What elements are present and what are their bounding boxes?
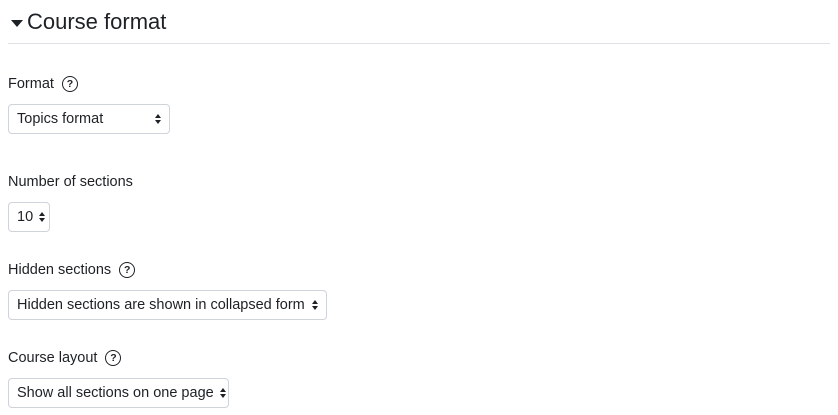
help-icon[interactable]: ? — [105, 350, 122, 366]
format-label: Format — [8, 76, 54, 92]
course-format-section-toggle[interactable]: Course format — [8, 8, 830, 44]
hidden-sections-select-value: Hidden sections are shown in collapsed f… — [17, 297, 305, 313]
number-of-sections-select[interactable]: 10 — [8, 202, 50, 232]
number-of-sections-label: Number of sections — [8, 174, 133, 190]
up-down-arrows-icon — [312, 300, 318, 310]
format-select[interactable]: Topics format — [8, 104, 170, 134]
caret-down-icon — [11, 20, 23, 27]
course-layout-field: Course layout ? Show all sections on one… — [8, 348, 229, 408]
help-icon[interactable]: ? — [119, 262, 136, 278]
help-icon[interactable]: ? — [61, 76, 78, 92]
course-layout-label: Course layout — [8, 350, 98, 366]
course-layout-select[interactable]: Show all sections on one page — [8, 378, 229, 408]
format-field: Format ? Topics format — [8, 74, 170, 134]
up-down-arrows-icon — [39, 212, 46, 222]
up-down-arrows-icon — [155, 114, 161, 124]
format-select-value: Topics format — [17, 111, 104, 127]
hidden-sections-field: Hidden sections ? Hidden sections are sh… — [8, 260, 327, 320]
hidden-sections-select[interactable]: Hidden sections are shown in collapsed f… — [8, 290, 327, 320]
number-of-sections-field: Number of sections 10 — [8, 172, 133, 232]
hidden-sections-label: Hidden sections — [8, 262, 112, 278]
number-of-sections-select-value: 10 — [17, 209, 34, 225]
course-layout-select-value: Show all sections on one page — [17, 385, 214, 401]
section-title: Course format — [27, 9, 167, 34]
up-down-arrows-icon — [219, 388, 226, 398]
